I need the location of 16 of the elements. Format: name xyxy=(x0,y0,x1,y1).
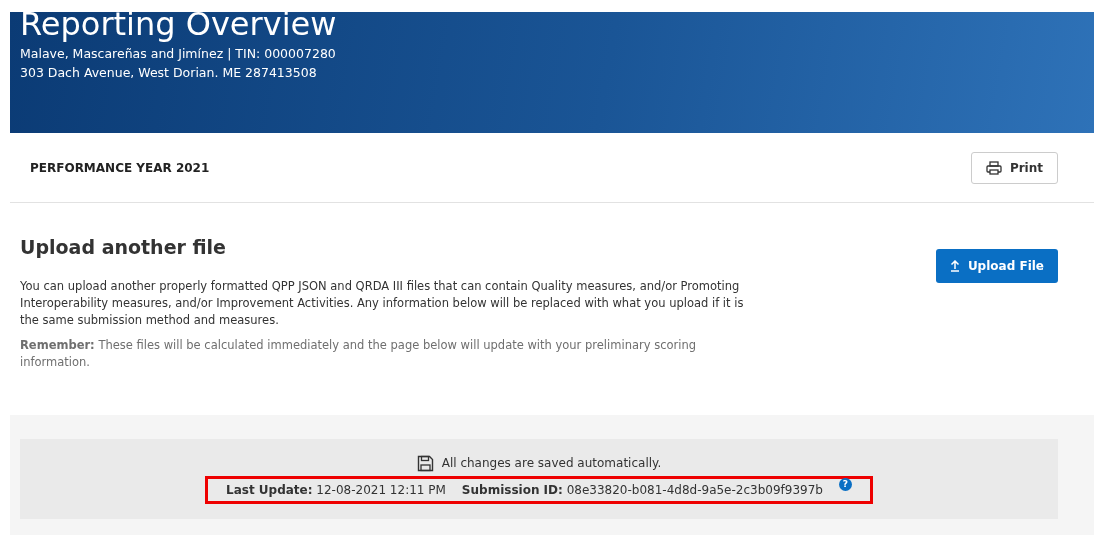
address-text: 303 Dach Avenue, West Dorian. ME 287413508 xyxy=(20,64,318,82)
reminder-text: Remember: These files will be calculated immediately and the page below will update with your preliminary scoring information. xyxy=(20,336,698,371)
page-title: Reporting Overview xyxy=(20,8,338,40)
section-heading: Upload another file xyxy=(20,235,227,260)
help-icon[interactable]: ? xyxy=(839,477,852,491)
organization-text: Malave, Mascareñas and Jimínez | TIN: 000007280 xyxy=(20,45,337,63)
submission-id-text: Submission ID: 08e33820-b081-4d8d-9a5e-2c3b09f9397b xyxy=(461,482,823,499)
autosave-note: All changes are saved automatically. xyxy=(441,455,662,472)
print-button[interactable]: Print xyxy=(970,151,1058,184)
description-text: You can upload another properly formatted QPP JSON and QRDA III files that can contain Quality measures, and/or Promoting Interoperability measures, and/or Improvement Activities. Any information below will be replaced with what you upload if it is the same submission method and measures. xyxy=(20,277,745,329)
upload-file-button[interactable]: Upload File xyxy=(935,249,1058,283)
upload-icon xyxy=(949,260,960,272)
printer-icon xyxy=(985,160,1002,175)
last-update-text: Last Update: 12-08-2021 12:11 PM xyxy=(226,482,446,499)
save-icon xyxy=(416,454,434,472)
performance-year-label: PERFORMANCE YEAR 2021 xyxy=(30,159,210,177)
